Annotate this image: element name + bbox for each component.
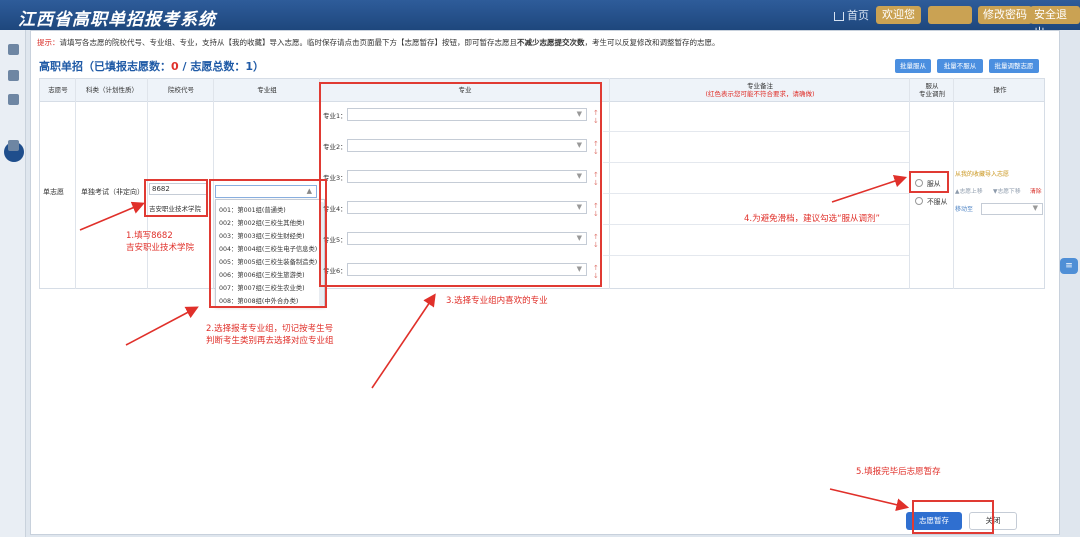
highlight-majors	[319, 82, 602, 287]
app-header: 江西省高职单招报考系统 首页 欢迎您 修改密码 安全退出	[0, 0, 1080, 39]
import-favorites-link[interactable]: 从我的收藏导入志愿	[955, 169, 1009, 178]
th-fc: 服从 专业调剂	[919, 82, 945, 98]
row-kl: 单独考试（非定向）	[81, 188, 144, 196]
not-obey-label: 不服从	[927, 198, 948, 206]
logout-link[interactable]: 安全退出	[1030, 6, 1080, 39]
annotation-2: 2.选择报考专业组，切记按考生号 判断考生类别再去选择对应专业组	[206, 324, 334, 346]
home-icon	[834, 11, 844, 21]
annotation-1: 1.填写8682 吉安职业技术学院	[126, 231, 195, 253]
batch-adjust-button[interactable]: 批量调整志愿	[989, 59, 1039, 73]
annotation-4: 4.为避免滑档，建议勾选“服从调剂”	[744, 214, 880, 224]
row-zyh: 单志愿	[43, 188, 64, 196]
tip-text: 提示：请填写各志愿的院校代号、专业组、专业，支持从【我的收藏】导入志愿。临时保存…	[37, 38, 720, 47]
move-up-link[interactable]: ▲志愿上移	[955, 186, 983, 195]
th-yxdh: 院校代号	[168, 86, 194, 94]
th-kl: 科类（计划性质）	[86, 86, 138, 94]
annotation-3: 3.选择专业组内喜欢的专业	[446, 296, 548, 306]
move-to-label: 移动至	[955, 206, 974, 213]
home-link[interactable]: 首页	[834, 0, 869, 30]
clear-link[interactable]: 清除	[1030, 186, 1042, 195]
highlight-group	[209, 179, 327, 308]
annotation-5: 5.填报完毕后志愿暂存	[856, 467, 941, 477]
left-sidebar	[0, 30, 26, 537]
app-title: 江西省高职单招报考系统	[18, 10, 216, 30]
highlight-school	[144, 179, 208, 217]
section-title: 高职单招（已填报志愿数：0 / 志愿总数：1）	[39, 60, 264, 73]
change-password-link[interactable]: 修改密码	[978, 6, 1032, 24]
batch-not-obey-button[interactable]: 批量不服从	[937, 59, 983, 73]
move-down-link[interactable]: ▼志愿下移	[993, 186, 1021, 195]
highlight-save	[912, 500, 994, 534]
clipboard-icon[interactable]	[8, 140, 19, 151]
cube-icon[interactable]	[8, 44, 19, 55]
th-cz: 操作	[993, 86, 1007, 94]
welcome-label: 欢迎您	[876, 6, 921, 24]
batch-obey-button[interactable]: 批量服从	[895, 59, 931, 73]
cap-icon[interactable]	[8, 70, 19, 81]
move-to-select[interactable]: ▼	[981, 203, 1043, 215]
user-name-badge	[928, 6, 972, 24]
layers-icon[interactable]	[8, 94, 19, 105]
side-float-icon[interactable]: ≡	[1060, 258, 1078, 274]
th-zyh: 志愿号	[48, 86, 68, 94]
th-zyz: 专业组	[257, 86, 277, 94]
th-zybz: 专业备注 (红色表示您可能不符合要求，请确做)	[705, 82, 815, 98]
highlight-obey	[909, 171, 949, 193]
not-obey-radio[interactable]	[915, 197, 923, 205]
